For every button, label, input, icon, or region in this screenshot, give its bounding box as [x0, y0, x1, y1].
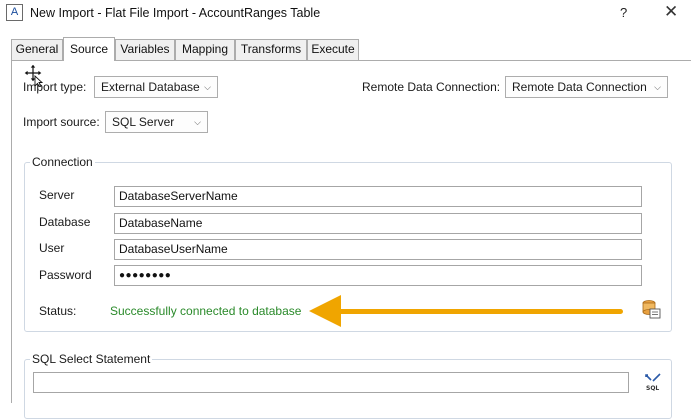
tab-general[interactable]: General	[11, 39, 63, 60]
import-source-dropdown[interactable]: SQL Server ⌵	[105, 111, 208, 133]
import-type-label: Import type:	[23, 80, 87, 94]
tab-transforms[interactable]: Transforms	[235, 39, 307, 60]
import-type-value: External Database	[101, 80, 200, 94]
tab-source[interactable]: Source	[63, 37, 115, 61]
app-icon: A	[6, 4, 23, 21]
tab-mapping[interactable]: Mapping	[175, 39, 235, 60]
password-label: Password	[39, 268, 92, 282]
user-label: User	[39, 241, 65, 255]
remote-connection-dropdown[interactable]: Remote Data Connection ⌵	[505, 76, 668, 98]
help-button[interactable]: ?	[620, 5, 627, 20]
window-title: New Import - Flat File Import - AccountR…	[30, 6, 321, 20]
chevron-down-icon: ⌵	[204, 82, 211, 92]
annotation-arrow-head	[309, 295, 341, 327]
svg-text:SQL: SQL	[646, 385, 659, 392]
import-source-value: SQL Server	[112, 115, 175, 129]
annotation-arrow-shaft	[335, 309, 623, 314]
close-button[interactable]: ✕	[664, 2, 678, 22]
test-connection-icon[interactable]	[641, 299, 661, 319]
tab-variables[interactable]: Variables	[115, 39, 175, 60]
tab-strip: General Source Variables Mapping Transfo…	[0, 37, 691, 61]
database-input[interactable]: DatabaseName	[114, 213, 642, 234]
user-input[interactable]: DatabaseUserName	[114, 239, 642, 260]
sql-statement-legend: SQL Select Statement	[30, 352, 153, 366]
chevron-down-icon: ⌵	[194, 117, 201, 127]
server-input[interactable]: DatabaseServerName	[114, 186, 642, 207]
chevron-down-icon: ⌵	[654, 82, 661, 92]
remote-connection-label: Remote Data Connection:	[362, 80, 501, 94]
database-label: Database	[39, 215, 91, 229]
server-label: Server	[39, 188, 75, 202]
sql-statement-input[interactable]	[33, 372, 629, 393]
remote-connection-value: Remote Data Connection	[512, 80, 647, 94]
connection-legend: Connection	[30, 155, 95, 169]
status-label: Status:	[39, 304, 77, 318]
tab-execute[interactable]: Execute	[307, 39, 359, 60]
import-source-label: Import source:	[23, 115, 100, 129]
sql-query-icon[interactable]: SQL	[643, 372, 663, 392]
password-input[interactable]: ●●●●●●●●	[114, 265, 642, 286]
import-type-dropdown[interactable]: External Database ⌵	[94, 76, 218, 98]
status-value: Successfully connected to database	[110, 304, 302, 318]
title-bar: A New Import - Flat File Import - Accoun…	[0, 0, 691, 28]
